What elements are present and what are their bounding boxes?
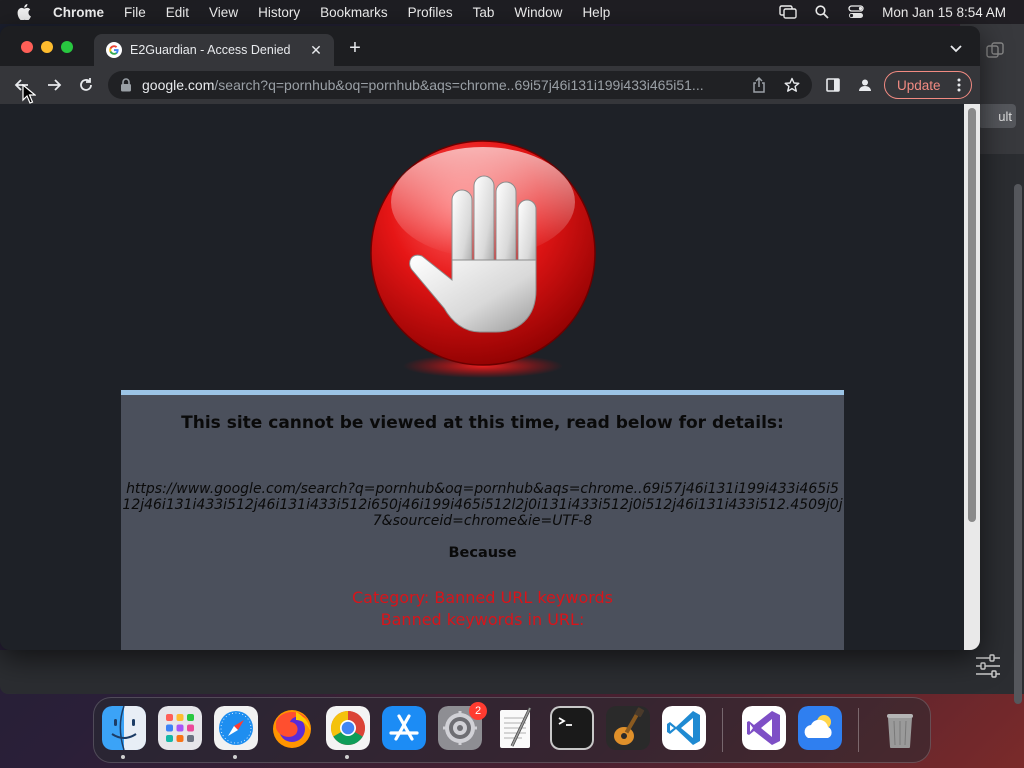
- dock-separator: [858, 708, 859, 752]
- share-icon[interactable]: [752, 77, 768, 93]
- mouse-cursor-icon: [22, 83, 37, 104]
- menu-bookmarks[interactable]: Bookmarks: [320, 5, 388, 20]
- bookmark-star-icon[interactable]: [784, 77, 800, 93]
- control-center-icon[interactable]: [846, 4, 866, 20]
- launchpad-icon[interactable]: [158, 706, 202, 750]
- menu-bar: Chrome File Edit View History Bookmarks …: [0, 0, 1024, 24]
- firefox-icon[interactable]: [270, 706, 314, 750]
- menu-window[interactable]: Window: [514, 5, 562, 20]
- terminal-icon[interactable]: [550, 706, 594, 750]
- side-panel-icon[interactable]: [824, 76, 842, 94]
- background-window-bottom: [0, 650, 1000, 694]
- scrollbar-thumb[interactable]: [968, 108, 976, 522]
- background-window-scrollbar[interactable]: [1014, 184, 1022, 704]
- visual-studio-icon[interactable]: [742, 706, 786, 750]
- garageband-icon[interactable]: [606, 706, 650, 750]
- background-window-button[interactable]: ult: [978, 104, 1016, 128]
- stop-hand-icon: [368, 140, 598, 380]
- menu-edit[interactable]: Edit: [166, 5, 189, 20]
- textedit-icon[interactable]: [494, 706, 538, 750]
- update-button[interactable]: Update: [884, 71, 972, 99]
- vscode-icon[interactable]: [662, 706, 706, 750]
- page-scrollbar[interactable]: [964, 104, 980, 650]
- dock-running-indicator: [121, 755, 125, 759]
- copy-icon[interactable]: [986, 42, 1004, 58]
- access-denied-panel: This site cannot be viewed at this time,…: [121, 390, 844, 650]
- window-zoom-button[interactable]: [61, 41, 73, 53]
- page-heading: This site cannot be viewed at this time,…: [181, 413, 784, 433]
- block-reason-text: Banned keywords in URL:: [380, 610, 585, 629]
- because-label: Because: [448, 545, 517, 561]
- chrome-icon[interactable]: [326, 706, 370, 750]
- finder-icon[interactable]: [102, 706, 146, 750]
- tab-search-chevron-icon[interactable]: [948, 42, 964, 54]
- more-menu-icon[interactable]: [957, 77, 961, 93]
- url-domain: google.com: [142, 77, 215, 93]
- google-favicon-icon: [106, 42, 122, 58]
- browser-toolbar: google.com /search?q=pornhub&oq=pornhub&…: [0, 66, 980, 104]
- tab-e2guardian[interactable]: E2Guardian - Access Denied ✕: [94, 34, 334, 66]
- window-minimize-button[interactable]: [41, 41, 53, 53]
- tab-title: E2Guardian - Access Denied: [130, 43, 291, 57]
- profile-avatar-icon[interactable]: [856, 76, 874, 94]
- safari-icon[interactable]: [214, 706, 258, 750]
- chrome-window: E2Guardian - Access Denied ✕ + google.co…: [0, 26, 980, 650]
- forward-button[interactable]: [44, 75, 64, 95]
- menu-profiles[interactable]: Profiles: [408, 5, 453, 20]
- menu-help[interactable]: Help: [582, 5, 610, 20]
- weather-icon[interactable]: [798, 706, 842, 750]
- block-category-text: Category: Banned URL keywords: [351, 588, 614, 607]
- url-path: /search?q=pornhub&oq=pornhub&aqs=chrome.…: [214, 77, 704, 93]
- dock-running-indicator: [345, 755, 349, 759]
- address-bar[interactable]: google.com /search?q=pornhub&oq=pornhub&…: [108, 71, 812, 99]
- dock-separator: [722, 708, 723, 752]
- menu-clock[interactable]: Mon Jan 15 8:54 AM: [882, 5, 1006, 20]
- spotlight-search-icon[interactable]: [812, 4, 832, 20]
- update-label: Update: [897, 77, 941, 93]
- new-tab-button[interactable]: +: [345, 38, 365, 58]
- blocked-url-text: https://www.google.com/search?q=pornhub&…: [122, 481, 843, 529]
- screen-mirroring-icon[interactable]: [778, 4, 798, 20]
- tab-strip: E2Guardian - Access Denied ✕ +: [0, 26, 980, 66]
- app-store-icon[interactable]: [382, 706, 426, 750]
- tab-close-icon[interactable]: ✕: [308, 42, 324, 59]
- notification-badge: 2: [469, 702, 487, 720]
- dock-running-indicator: [233, 755, 237, 759]
- page-content: This site cannot be viewed at this time,…: [0, 104, 964, 650]
- menu-history[interactable]: History: [258, 5, 300, 20]
- apple-menu-icon[interactable]: [17, 4, 37, 20]
- trash-icon[interactable]: [878, 706, 922, 750]
- menu-tab[interactable]: Tab: [473, 5, 495, 20]
- menu-app-name[interactable]: Chrome: [53, 5, 104, 20]
- sliders-icon[interactable]: [974, 654, 1002, 678]
- menu-file[interactable]: File: [124, 5, 146, 20]
- reload-button[interactable]: [76, 75, 96, 95]
- window-close-button[interactable]: [21, 41, 33, 53]
- menu-view[interactable]: View: [209, 5, 238, 20]
- dock: [93, 697, 931, 763]
- lock-icon[interactable]: [120, 78, 134, 92]
